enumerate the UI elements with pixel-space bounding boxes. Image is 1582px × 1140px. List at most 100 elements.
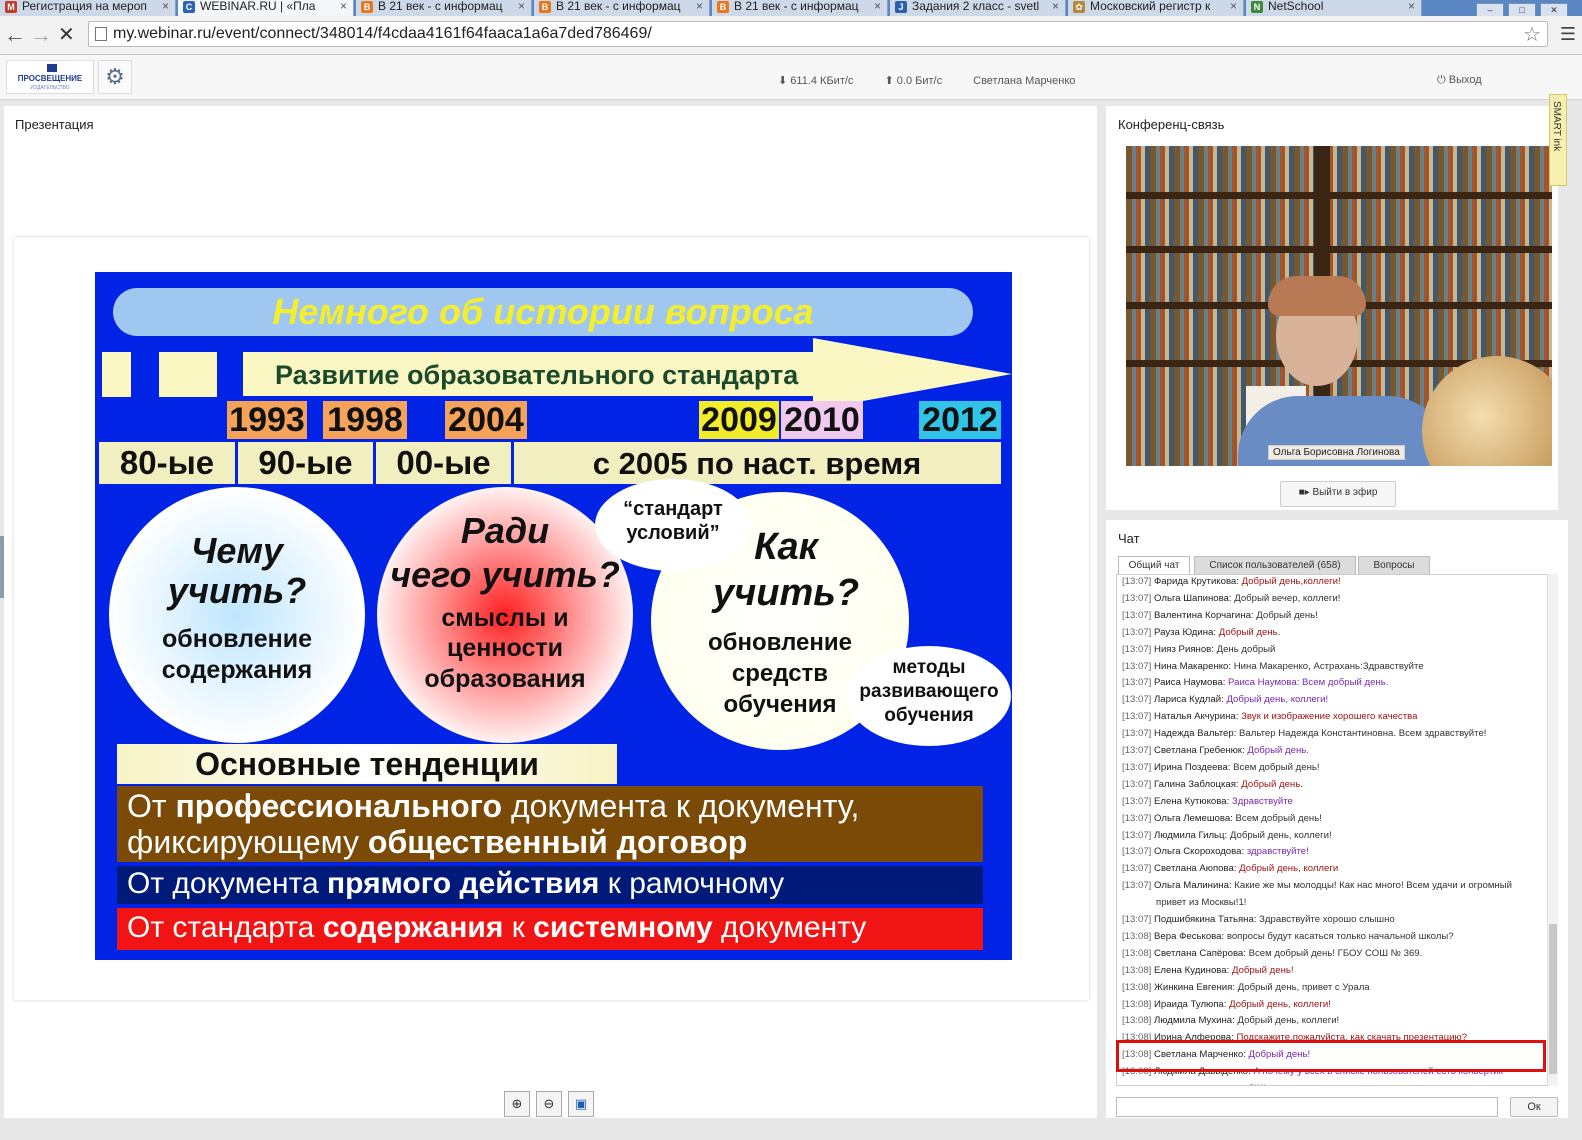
message-time: [13:07] <box>1122 694 1152 706</box>
message-text: Всем добрый день! <box>1235 812 1322 824</box>
message-time: [13:08] <box>1122 981 1152 993</box>
back-arrow-icon[interactable]: ← <box>4 22 26 48</box>
close-tab-icon[interactable]: × <box>1052 0 1059 13</box>
message-author[interactable]: Фарида Крутикова: <box>1154 576 1239 587</box>
browser-tab[interactable]: B В 21 век - с информац × <box>356 0 532 16</box>
message-text: Добрый день, коллеги! <box>1226 694 1329 706</box>
chat-messages[interactable]: [13:07] Фарида Крутикова: Добрый день,ко… <box>1116 574 1558 1086</box>
zoom-out-icon[interactable]: ⊖ <box>536 1091 562 1117</box>
go-on-air-button[interactable]: ■▸ Выйти в эфир <box>1280 481 1396 507</box>
message-time: [13:07] <box>1122 829 1152 841</box>
message-author[interactable]: Галина Заблоцкая: <box>1154 779 1239 790</box>
message-author[interactable]: Елена Кутюкова: <box>1154 796 1229 807</box>
scroll-thumb[interactable] <box>1549 924 1557 1074</box>
message-text: День добрый <box>1216 643 1276 655</box>
message-text: Вальтер Надежда Константиновна. Всем здр… <box>1239 728 1487 740</box>
trend-3-line: От стандарта содержания к системному док… <box>127 911 866 945</box>
browser-tab-label: В 21 век - с информац <box>556 0 681 13</box>
message-author[interactable]: Лариса Кудлай: <box>1154 694 1224 705</box>
browser-tab[interactable]: N NetSchool × <box>1246 0 1422 16</box>
window-controls: – □ ✕ <box>1472 0 1582 16</box>
trend-2-text-c: к рамочному <box>599 867 785 900</box>
save-icon[interactable]: ▣ <box>568 1091 594 1117</box>
maximize-icon[interactable]: □ <box>1508 3 1536 16</box>
browser-tab[interactable]: C WEBINAR.RU | «Пла × <box>178 0 354 16</box>
close-tab-icon[interactable]: × <box>1230 0 1237 13</box>
message-time: [13:07] <box>1122 609 1152 621</box>
chat-input[interactable] <box>1116 1097 1498 1117</box>
chat-scrollbar[interactable] <box>1547 574 1558 1086</box>
bookmark-star-icon[interactable]: ☆ <box>1523 22 1541 47</box>
message-author[interactable]: Валентина Корчагина: <box>1154 610 1254 621</box>
message-author[interactable]: Ольга Шапинова: <box>1154 593 1232 604</box>
trend-1-line-2: фиксирующему общественный договор <box>127 824 747 861</box>
minimize-icon[interactable]: – <box>1476 3 1504 16</box>
send-button[interactable]: Ок <box>1510 1097 1558 1117</box>
message-author[interactable]: Надежда Вальтер: <box>1154 728 1236 739</box>
message-author[interactable]: Людмила Гильц: <box>1154 830 1227 841</box>
zoom-in-icon[interactable]: ⊕ <box>504 1091 530 1117</box>
forward-arrow-icon[interactable]: → <box>30 22 52 48</box>
message-author[interactable]: Рауза Юдина: <box>1154 627 1216 638</box>
year-2012: 2012 <box>919 401 1001 439</box>
bubble-what-a2: содержания <box>161 656 313 684</box>
message-text: письмо, а у меня нет?)))) <box>1156 1083 1267 1085</box>
message-author[interactable]: Ирина Поздеева: <box>1154 762 1230 773</box>
stop-loading-icon[interactable]: ✕ <box>58 22 75 48</box>
address-url[interactable]: my.webinar.ru/event/connect/348014/f4cda… <box>113 25 652 43</box>
browser-tab-label: Московский регистр к <box>1090 0 1211 13</box>
message-author[interactable]: Светлана Аюпова: <box>1154 863 1236 874</box>
tab-general-chat[interactable]: Общий чат <box>1118 556 1190 574</box>
logout-button[interactable]: ⏻ Выход <box>1437 74 1482 87</box>
trend-row-1: От профессионального документа к докумен… <box>117 786 983 862</box>
message-time: [13:08] <box>1122 964 1152 976</box>
browser-tab[interactable]: J Задания 2 класс - svetl × <box>890 0 1066 16</box>
chat-message: [13:07] Лариса Кудлай: Добрый день, колл… <box>1122 694 1542 706</box>
tab-user-list[interactable]: Список пользователей (658) <box>1194 556 1356 574</box>
message-author[interactable]: Нина Макаренко: <box>1154 661 1231 672</box>
message-time: [13:07] <box>1122 660 1152 672</box>
chat-message: [13:07] Валентина Корчагина: Добрый день… <box>1122 610 1542 622</box>
close-tab-icon[interactable]: × <box>696 0 703 13</box>
gear-icon[interactable]: ⚙ <box>98 60 132 94</box>
close-icon[interactable]: ✕ <box>1540 3 1568 16</box>
tab-questions[interactable]: Вопросы <box>1358 556 1430 574</box>
browser-tab[interactable]: B В 21 век - с информац × <box>712 0 888 16</box>
chat-message: [13:07] Людмила Гильц: Добрый день, колл… <box>1122 830 1542 842</box>
publisher-logo[interactable]: ПРОСВЕЩЕНИЕ ИЗДАТЕЛЬСТВО <box>6 60 94 94</box>
message-author[interactable]: Ольга Лемешова: <box>1154 813 1233 824</box>
browser-menu-icon[interactable]: ☰ <box>1560 24 1576 45</box>
message-author[interactable]: Елена Кудинова: <box>1154 965 1229 976</box>
close-tab-icon[interactable]: × <box>1408 0 1415 13</box>
trend-2-text-b: прямого действия <box>327 867 600 900</box>
message-text: Добрый день. <box>1241 778 1303 790</box>
year-2010: 2010 <box>781 401 863 439</box>
close-tab-icon[interactable]: × <box>518 0 525 13</box>
message-author[interactable]: Людмила Мухина: <box>1154 1015 1235 1026</box>
message-author[interactable]: Подшибякина Татьяна: <box>1154 914 1256 925</box>
close-tab-icon[interactable]: × <box>340 0 347 13</box>
message-author[interactable]: Нияз Риянов: <box>1154 644 1214 655</box>
message-author[interactable]: Ираида Тулюпа: <box>1154 999 1226 1010</box>
message-text: Добрый день, коллеги! <box>1229 998 1331 1010</box>
trend-row-2: От документа прямого действия к рамочном… <box>117 866 983 904</box>
message-author[interactable]: Ольга Малинина: <box>1154 880 1232 891</box>
message-author[interactable]: Ольга Скороходова: <box>1154 846 1244 857</box>
trend-3-text-d: системному <box>533 911 713 944</box>
logout-label: Выход <box>1448 74 1482 86</box>
browser-tab[interactable]: B В 21 век - с информац × <box>534 0 710 16</box>
message-author[interactable]: Наталья Акчурина: <box>1154 711 1238 722</box>
message-author[interactable]: Раиса Наумова: <box>1154 677 1225 688</box>
upload-speed: ⬆ 0.0 Бит/с <box>884 75 943 87</box>
browser-tab[interactable]: ✿ Московский регистр к × <box>1068 0 1244 16</box>
address-bar[interactable]: my.webinar.ru/event/connect/348014/f4cda… <box>88 21 1548 47</box>
browser-tab[interactable]: M Регистрация на мероп × <box>0 0 176 16</box>
message-author[interactable]: Жинкина Евгения: <box>1154 982 1235 993</box>
message-author[interactable]: Вера Феськова: <box>1154 931 1224 942</box>
smartlink-tab[interactable]: SMART ink <box>1549 94 1567 186</box>
bubble-why-a1: смыслы и <box>441 604 569 632</box>
close-tab-icon[interactable]: × <box>874 0 881 13</box>
close-tab-icon[interactable]: × <box>162 0 169 13</box>
message-author[interactable]: Светлана Гребенюк: <box>1154 745 1245 756</box>
message-author[interactable]: Светлана Сапёрова: <box>1154 948 1246 959</box>
